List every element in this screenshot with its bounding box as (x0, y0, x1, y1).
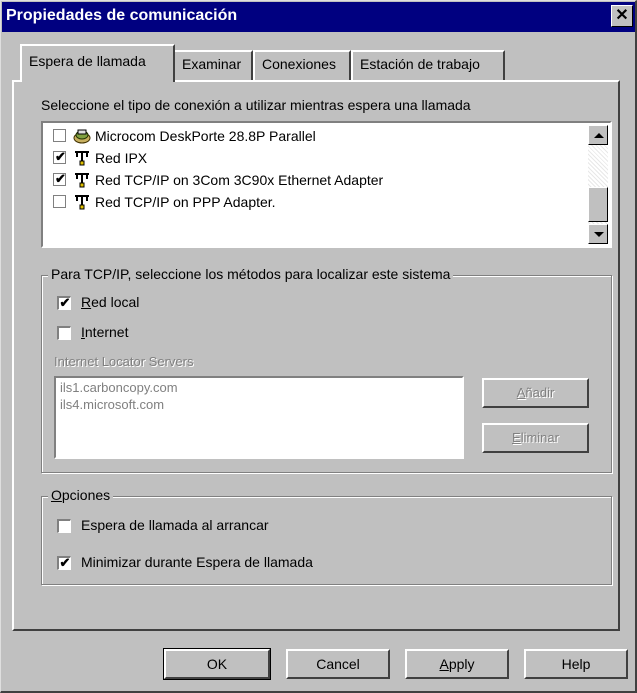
vertical-scrollbar[interactable] (588, 125, 608, 244)
add-server-button[interactable]: Añadir (482, 378, 589, 408)
properties-dialog: Propiedades de comunicación ✕ Espera de … (0, 0, 637, 693)
tab-conexiones[interactable]: Conexiones (253, 50, 351, 80)
red-local-checkbox[interactable]: ✔ (57, 295, 71, 310)
connection-listbox[interactable]: Microcom DeskPorte 28.8P Parallel ✔ Red … (41, 121, 612, 248)
options-group: Opciones (41, 487, 612, 585)
red-local-label[interactable]: Red local (81, 294, 139, 310)
help-button[interactable]: Help (524, 649, 628, 679)
item-label: Red TCP/IP on 3Com 3C90x Ethernet Adapte… (95, 172, 384, 188)
item-checkbox[interactable] (53, 195, 66, 208)
close-icon: ✕ (615, 7, 629, 24)
arrow-down-icon (594, 232, 604, 237)
tab-label: Examinar (182, 56, 242, 72)
item-label: Red IPX (95, 150, 148, 166)
check-icon: ✔ (59, 295, 71, 310)
servers-listbox[interactable]: ils1.carboncopy.com ils4.microsoft.com (54, 376, 464, 459)
tab-label: Estación de trabajo (360, 56, 480, 72)
check-icon: ✔ (59, 555, 71, 570)
scroll-up-button[interactable] (588, 125, 608, 145)
list-item[interactable]: ils4.microsoft.com (60, 397, 164, 412)
close-button[interactable]: ✕ (611, 5, 633, 27)
list-item[interactable]: ils1.carboncopy.com (60, 380, 178, 395)
item-checkbox[interactable]: ✔ (53, 149, 66, 164)
internet-label[interactable]: Internet (81, 324, 128, 340)
connection-instruction: Seleccione el tipo de conexión a utiliza… (41, 97, 471, 113)
minimize-checkbox[interactable]: ✔ (57, 555, 71, 570)
network-icon (75, 195, 89, 210)
tab-label: Espera de llamada (29, 53, 146, 69)
title-bar[interactable]: Propiedades de comunicación ✕ (2, 2, 635, 32)
check-icon: ✔ (55, 171, 66, 186)
options-legend: Opciones (48, 487, 114, 503)
tab-espera-de-llamada[interactable]: Espera de llamada (20, 44, 175, 82)
item-label: Microcom DeskPorte 28.8P Parallel (95, 128, 316, 144)
scroll-thumb[interactable] (588, 187, 608, 222)
minimize-label[interactable]: Minimizar durante Espera de llamada (81, 554, 313, 570)
start-on-boot-checkbox[interactable] (57, 519, 71, 533)
internet-checkbox[interactable] (57, 326, 71, 340)
start-on-boot-label[interactable]: Espera de llamada al arrancar (81, 517, 269, 533)
item-checkbox[interactable] (53, 129, 66, 142)
scroll-down-button[interactable] (588, 224, 608, 244)
tab-examinar[interactable]: Examinar (173, 50, 253, 80)
servers-label: Internet Locator Servers (54, 354, 194, 369)
dialog-title: Propiedades de comunicación (6, 7, 238, 24)
network-icon (75, 151, 89, 166)
ok-button[interactable]: OK (163, 648, 271, 680)
cancel-button[interactable]: Cancel (286, 649, 390, 679)
check-icon: ✔ (55, 149, 66, 164)
item-checkbox[interactable]: ✔ (53, 171, 66, 186)
item-label: Red TCP/IP on PPP Adapter. (95, 194, 276, 210)
tab-label: Conexiones (262, 56, 336, 72)
tab-estacion-de-trabajo[interactable]: Estación de trabajo (351, 50, 505, 80)
network-icon (75, 173, 89, 188)
modem-icon (73, 129, 91, 144)
apply-button[interactable]: Apply (405, 649, 509, 679)
remove-server-button[interactable]: Eliminar (482, 423, 589, 453)
tcpip-legend: Para TCP/IP, seleccione los métodos para… (48, 266, 454, 282)
arrow-up-icon (594, 133, 604, 138)
